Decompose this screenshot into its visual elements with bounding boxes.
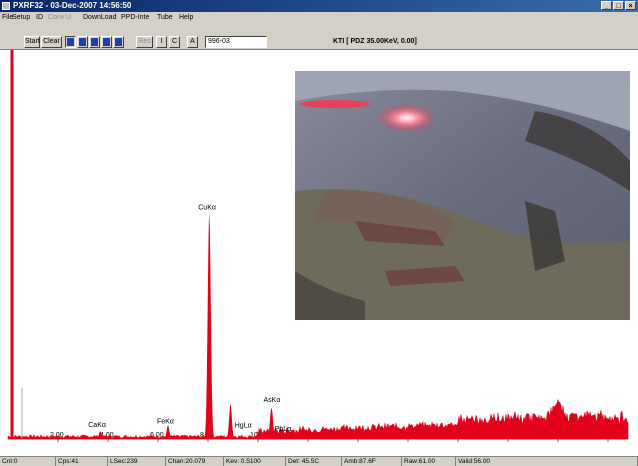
status-raw: Raw:61.00	[402, 457, 456, 466]
a-button[interactable]: A	[187, 36, 198, 48]
res-button[interactable]: Res	[136, 36, 153, 48]
app-icon[interactable]	[2, 2, 10, 10]
status-valid: Valid:56.00	[456, 457, 638, 466]
window-title: PXRF32 - 03-Dec-2007 14:56:50	[13, 1, 132, 10]
window-controls: _ □ ×	[601, 1, 636, 10]
menu-bar: File Setup ID Conv U DownLoad PPD-Inte T…	[0, 12, 638, 24]
peak-label: AsKα	[264, 397, 281, 404]
minimize-button[interactable]: _	[601, 1, 612, 10]
peak-label: CuKα	[198, 204, 216, 211]
i-button[interactable]: I	[156, 36, 167, 48]
title-bar: PXRF32 - 03-Dec-2007 14:56:50 _ □ ×	[0, 0, 638, 12]
toolbar: Start Clear Res I C A 996-03 KTI [ PDZ 3…	[0, 24, 638, 50]
menu-setup[interactable]: Setup	[12, 12, 30, 24]
start-button[interactable]: Start	[24, 36, 40, 48]
peak-label: CaKα	[88, 422, 106, 429]
menu-id[interactable]: ID	[36, 12, 43, 24]
expand-icon[interactable]	[101, 36, 112, 48]
status-lsec: LSec:239	[108, 457, 166, 466]
status-amb: Amb:87.6F	[342, 457, 402, 466]
zoom-in-icon[interactable]	[77, 36, 88, 48]
menu-download[interactable]: DownLoad	[83, 12, 116, 24]
peak-label: HgLα	[235, 422, 252, 429]
status-cps: Cps:41	[56, 457, 108, 466]
close-button[interactable]: ×	[625, 1, 636, 10]
menu-tube[interactable]: Tube	[157, 12, 173, 24]
menu-u[interactable]: U	[66, 12, 71, 24]
zoom-out-icon[interactable]	[89, 36, 100, 48]
sample-camera-photo	[295, 71, 630, 320]
menu-conv[interactable]: Conv	[48, 12, 64, 24]
c-button[interactable]: C	[169, 36, 180, 48]
status-kev: Kev: 0.5100	[224, 457, 286, 466]
status-cnt: Cnt:0	[0, 457, 56, 466]
acquisition-status: KTI [ PDZ 35.00KeV, 0.00]	[333, 38, 417, 45]
sample-id-field[interactable]: 996-03	[205, 36, 267, 48]
peak-labels: CuKα FeKα CaKα AsKα HgLα PbLα	[88, 204, 291, 433]
status-chan: Chan:20.079	[166, 457, 224, 466]
maximize-button[interactable]: □	[613, 1, 624, 10]
menu-ppd-inte[interactable]: PPD-Inte	[121, 12, 149, 24]
status-det: Det: 45.5C	[286, 457, 342, 466]
zoom-cursor-icon[interactable]	[65, 36, 76, 48]
shrink-icon[interactable]	[113, 36, 124, 48]
status-bar: Cnt:0 Cps:41 LSec:239 Chan:20.079 Kev: 0…	[0, 456, 638, 466]
peak-label: FeKα	[157, 418, 174, 425]
menu-help[interactable]: Help	[179, 12, 193, 24]
peak-shapes	[95, 213, 305, 439]
clear-button[interactable]: Clear	[41, 36, 62, 48]
peak-label: PbLα	[275, 426, 292, 433]
